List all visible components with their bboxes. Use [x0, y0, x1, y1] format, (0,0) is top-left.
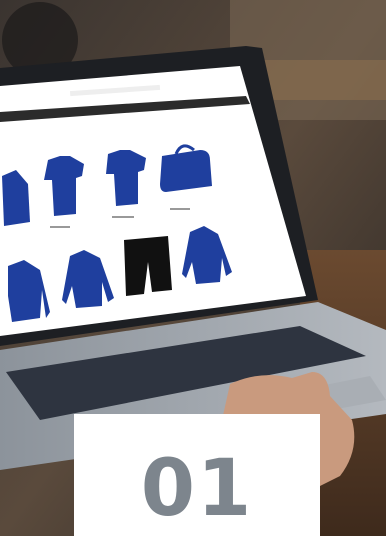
- caption-line: [170, 208, 190, 210]
- step-number: 01: [140, 444, 254, 534]
- caption-line: [112, 216, 134, 218]
- step-number-badge: 01: [74, 414, 320, 536]
- caption-line: [50, 226, 70, 228]
- product-bag-blue: [160, 150, 212, 192]
